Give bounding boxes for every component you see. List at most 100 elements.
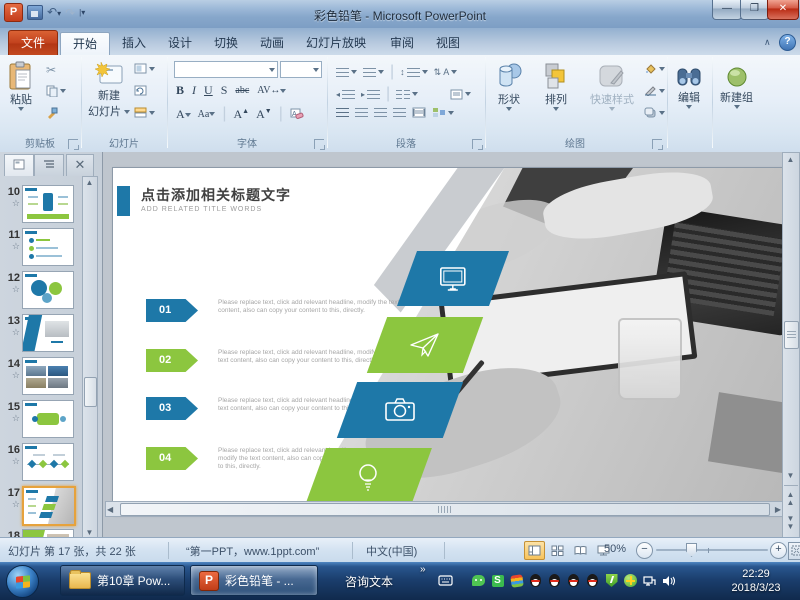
qq-tray-icon-3[interactable] (566, 573, 581, 588)
slide-10-thumbnail[interactable] (22, 185, 74, 223)
scroll-up-icon[interactable]: ▲ (783, 155, 798, 164)
drawing-dialog-launcher[interactable] (652, 139, 662, 149)
line-spacing-button[interactable]: ↕ (400, 67, 428, 77)
scroll-right-icon[interactable]: ▶ (775, 505, 781, 514)
horizontal-scrollbar-thumb[interactable] (120, 503, 770, 516)
panel-scroll-up-icon[interactable]: ▲ (83, 178, 96, 187)
animation-star-icon[interactable]: ☆ (2, 456, 20, 467)
slide-11-thumbnail[interactable] (22, 228, 74, 266)
reset-slide-button[interactable] (134, 85, 147, 96)
editing-button[interactable]: 编辑 (676, 65, 702, 109)
decrease-indent-button[interactable]: ◂ (336, 90, 355, 99)
zoom-slider-track[interactable] (656, 549, 768, 551)
align-right-button[interactable] (374, 108, 387, 117)
animation-star-icon[interactable]: ☆ (2, 198, 20, 209)
next-slide-button[interactable]: ▼▼ (783, 515, 798, 531)
restore-button[interactable]: ❐ (740, 0, 769, 20)
shape-effects-button[interactable] (644, 107, 665, 118)
animation-star-icon[interactable]: ☆ (2, 370, 20, 381)
slide-canvas[interactable]: 点击添加相关标题文字 ADD RELATED TITLE WORDS 01 Pl… (112, 167, 783, 513)
vertical-scrollbar[interactable]: ▲ ▼ ▲▲ ▼▼ (782, 152, 800, 539)
slide-15-thumbnail[interactable] (22, 400, 74, 438)
item-03-marker[interactable]: 03 (146, 397, 198, 420)
font-size-combo[interactable] (280, 61, 322, 78)
powerpoint-app-icon[interactable]: P (4, 3, 23, 22)
zoom-out-icon[interactable]: − (636, 542, 653, 559)
convert-smartart-button[interactable] (432, 107, 454, 118)
animation-star-icon[interactable]: ☆ (2, 241, 20, 252)
text-shadow-button[interactable]: S (221, 83, 228, 98)
bold-button[interactable]: B (176, 83, 184, 98)
minimize-button[interactable]: — (712, 0, 742, 20)
tab-animations[interactable]: 动画 (248, 32, 296, 55)
copy-button[interactable] (46, 85, 66, 97)
tab-view[interactable]: 视图 (424, 32, 472, 55)
numbering-button[interactable] (363, 68, 384, 77)
text-direction-button[interactable]: ⇅A (434, 67, 458, 78)
outline-tab[interactable] (34, 154, 64, 176)
zoom-slider-thumb[interactable] (686, 543, 697, 557)
normal-view-button[interactable] (524, 541, 545, 560)
item-01-marker[interactable]: 01 (146, 299, 198, 322)
360-shield-tray-icon[interactable] (604, 573, 619, 588)
slide-17-thumbnail[interactable] (22, 486, 76, 526)
camera-shape[interactable] (337, 382, 463, 438)
bulb-shape[interactable] (304, 448, 432, 508)
paragraph-dialog-launcher[interactable] (472, 139, 482, 149)
panel-close-button[interactable]: ✕ (66, 154, 94, 176)
qq-tray-icon-1[interactable] (528, 573, 543, 588)
language-indicator[interactable]: 中文(中国) (366, 543, 417, 559)
animation-star-icon[interactable]: ☆ (2, 413, 20, 424)
tab-slideshow[interactable]: 幻灯片放映 (294, 32, 378, 55)
align-left-button[interactable] (336, 108, 349, 117)
slide-18-thumbnail[interactable] (22, 529, 74, 537)
previous-slide-button[interactable]: ▲▲ (783, 491, 798, 507)
vertical-scrollbar-thumb[interactable] (784, 321, 799, 349)
language-toolbar-label[interactable]: 咨询文本 (345, 573, 393, 590)
italic-button[interactable]: I (192, 83, 196, 98)
panel-scrollbar[interactable]: ▲ ▼ (82, 176, 98, 537)
item-02-marker[interactable]: 02 (146, 349, 198, 372)
wechat-tray-icon[interactable] (471, 573, 486, 588)
clipboard-dialog-launcher[interactable] (68, 139, 78, 149)
character-spacing-button[interactable]: AV↔ (257, 85, 286, 96)
slide-14-thumbnail[interactable] (22, 357, 74, 395)
tab-home[interactable]: 开始 (60, 32, 110, 56)
slide-subtitle[interactable]: ADD RELATED TITLE WORDS (141, 206, 262, 213)
bullets-button[interactable] (336, 68, 357, 77)
scroll-down-icon[interactable]: ▼ (783, 471, 798, 480)
align-center-button[interactable] (355, 108, 368, 117)
slide-title[interactable]: 点击添加相关标题文字 (141, 185, 291, 205)
item-01-text[interactable]: Please replace text, click add relevant … (218, 299, 414, 315)
new-slide-button[interactable]: 新建 幻灯片 (88, 61, 130, 119)
tab-transitions[interactable]: 切换 (202, 32, 250, 55)
shapes-button[interactable]: 形状 (494, 61, 524, 111)
layout-button[interactable] (134, 63, 155, 74)
slide-13-thumbnail[interactable] (22, 314, 74, 352)
360-ball-tray-icon[interactable] (623, 573, 638, 588)
distribute-button[interactable] (412, 107, 426, 118)
zoom-level[interactable]: 50% (604, 543, 626, 555)
slide-sorter-view-button[interactable] (547, 541, 568, 560)
undo-icon[interactable]: ↶▾ (47, 5, 61, 21)
underline-button[interactable]: U (204, 83, 213, 98)
tab-insert[interactable]: 插入 (110, 32, 158, 55)
tab-file[interactable]: 文件 (8, 30, 58, 57)
slide-12-thumbnail[interactable] (22, 271, 74, 309)
slides-tab[interactable] (4, 154, 34, 176)
item-04-marker[interactable]: 04 (146, 447, 198, 470)
taskbar-clock[interactable]: 22:29 2018/3/23 (728, 567, 784, 595)
zoom-in-icon[interactable]: + (770, 542, 787, 559)
increase-indent-button[interactable]: ▸ (361, 90, 380, 99)
columns-button[interactable] (396, 90, 418, 99)
reading-view-button[interactable] (570, 541, 591, 560)
align-text-button[interactable] (450, 89, 471, 100)
section-button[interactable] (134, 107, 155, 118)
volume-tray-icon[interactable] (661, 573, 676, 588)
tab-design[interactable]: 设计 (156, 32, 204, 55)
shrink-font-button[interactable]: A▼ (256, 107, 272, 122)
horizontal-scrollbar[interactable]: ◀ ▶ (105, 501, 783, 517)
font-name-combo[interactable] (174, 61, 278, 78)
panel-scroll-down-icon[interactable]: ▼ (83, 528, 96, 537)
fit-to-window-icon[interactable] (788, 542, 800, 560)
